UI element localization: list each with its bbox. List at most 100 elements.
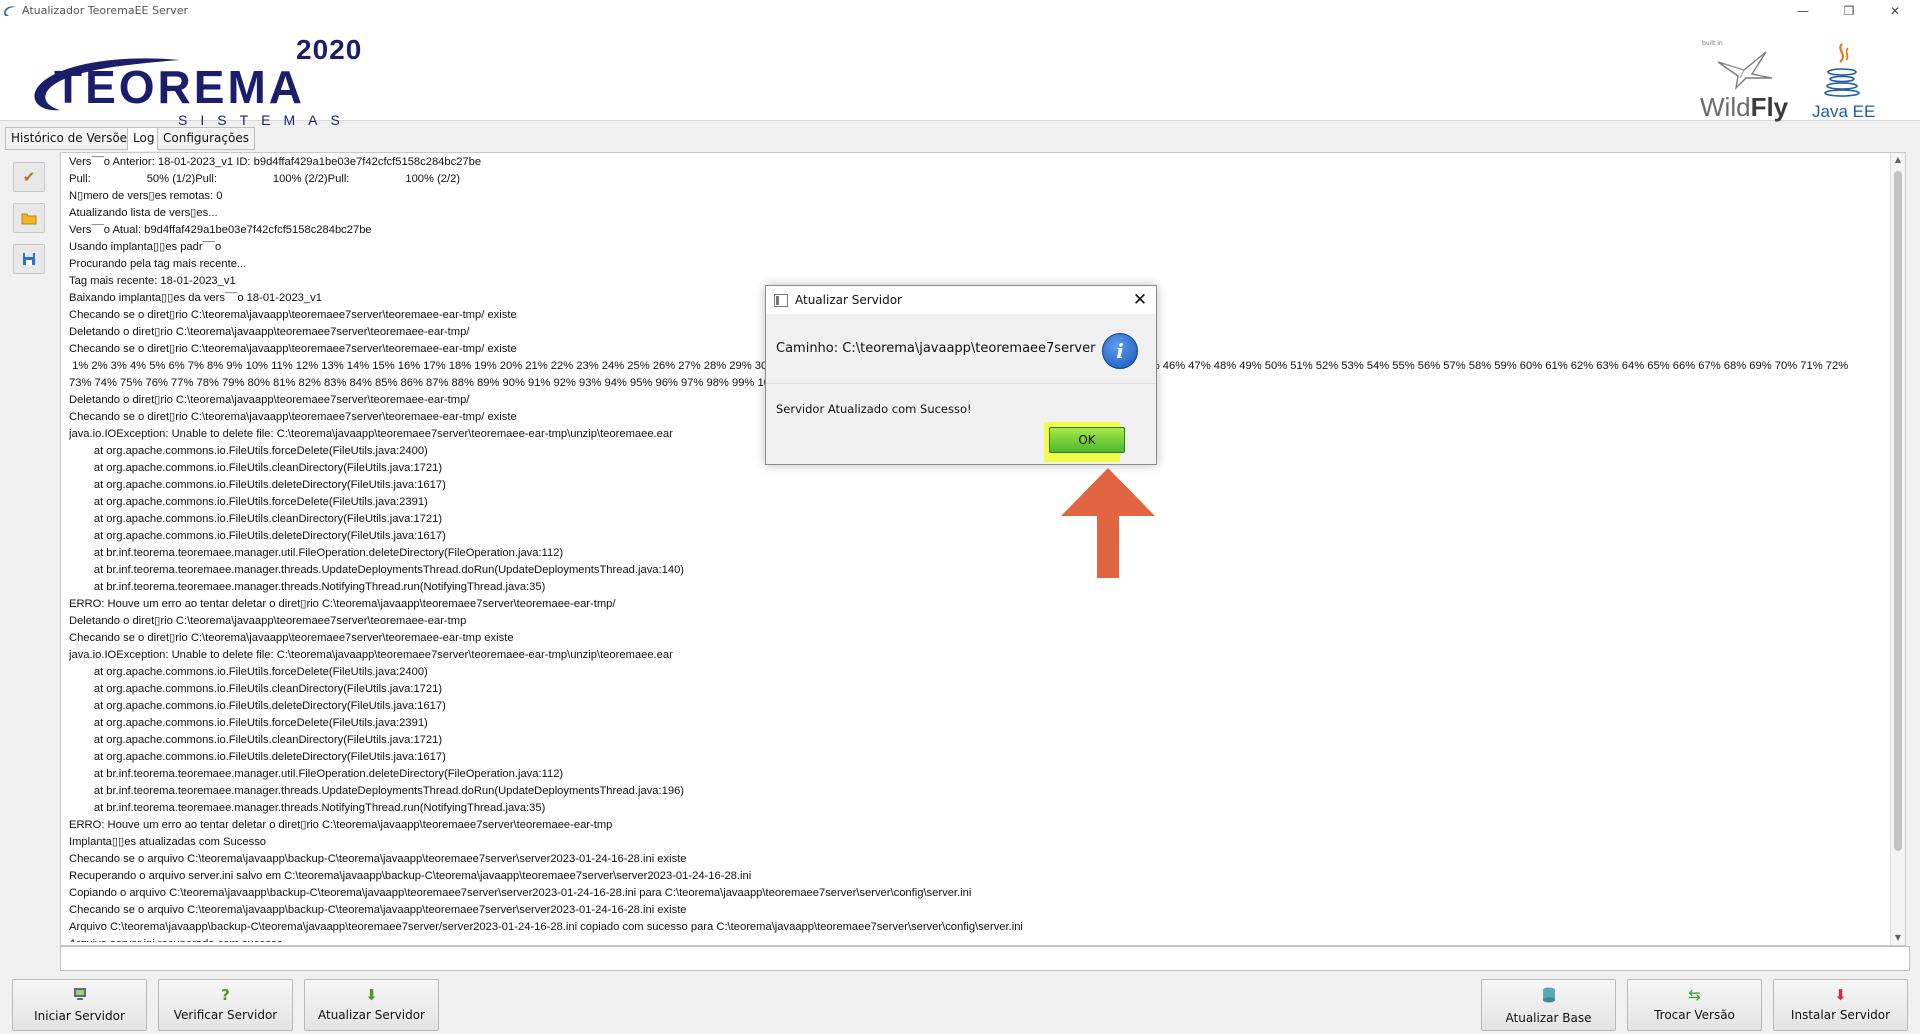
log-line: at br.inf.teorema.teoremaee.manager.util… bbox=[69, 547, 564, 559]
verificar-servidor-button[interactable]: ? Verificar Servidor bbox=[158, 979, 293, 1031]
command-input[interactable] bbox=[60, 946, 1910, 971]
log-panel[interactable]: Vers¯¯o Anterior: 18-01-2023_v1 ID: b9d4… bbox=[60, 152, 1906, 946]
iniciar-servidor-label: Iniciar Servidor bbox=[34, 1009, 125, 1023]
log-line: at org.apache.commons.io.FileUtils.delet… bbox=[69, 751, 446, 763]
log-line: at br.inf.teorema.teoremaee.manager.thre… bbox=[69, 581, 546, 593]
dialog-titlebar: Atualizar Servidor ✕ bbox=[766, 286, 1156, 314]
log-line: at org.apache.commons.io.FileUtils.clean… bbox=[69, 683, 443, 695]
side-toolbar: ✔ bbox=[8, 158, 48, 948]
clear-log-button[interactable]: ✔ bbox=[13, 162, 45, 192]
log-line: Vers¯¯o Atual: b9d4ffaf429a1be03e7f42cfc… bbox=[69, 224, 372, 236]
java-cup-icon bbox=[1824, 43, 1860, 97]
dialog-message: Servidor Atualizado com Sucesso! bbox=[776, 402, 972, 416]
log-line: ERRO: Houve um erro ao tentar deletar o … bbox=[69, 819, 613, 831]
log-text-area[interactable]: Vers¯¯o Anterior: 18-01-2023_v1 ID: b9d4… bbox=[69, 154, 1891, 942]
tab-historico-versoes[interactable]: Histórico de Versões bbox=[5, 127, 140, 150]
log-line: at org.apache.commons.io.FileUtils.force… bbox=[69, 666, 428, 678]
log-line: Checando se o arquivo C:\teorema\javaapp… bbox=[69, 853, 687, 865]
wildfly-logo: built in WildFly bbox=[1700, 40, 1788, 122]
info-icon: i bbox=[1102, 333, 1138, 369]
log-line: Arquivo C:\teorema\javaapp\backup-C\teor… bbox=[69, 921, 1023, 933]
log-line: at br.inf.teorema.teoremaee.manager.thre… bbox=[69, 785, 685, 797]
trocar-versao-label: Trocar Versão bbox=[1654, 1008, 1735, 1022]
swap-icon: ⇆ bbox=[1688, 986, 1701, 1004]
logo-subtitle: SISTEMAS bbox=[178, 112, 353, 128]
log-line: at org.apache.commons.io.FileUtils.clean… bbox=[69, 513, 443, 525]
restore-button[interactable]: ❐ bbox=[1826, 0, 1872, 22]
log-scrollbar[interactable]: ▲ ▼ bbox=[1890, 153, 1905, 945]
logo-year: 2020 bbox=[296, 34, 363, 65]
log-line: Pull: 50% (1/2)Pull: 100% (2/2)Pull: 100… bbox=[69, 173, 461, 185]
header-banner: 2020 TEOREMA SISTEMAS built in WildFly J… bbox=[0, 22, 1920, 128]
floppy-disk-icon bbox=[14, 245, 44, 275]
log-line: at org.apache.commons.io.FileUtils.delet… bbox=[69, 530, 446, 542]
log-line: Checando se o diret▯rio C:\teorema\javaa… bbox=[69, 632, 514, 644]
log-line: Implanta▯▯es atualizadas com Sucesso bbox=[69, 836, 267, 848]
atualizar-base-label: Atualizar Base bbox=[1505, 1011, 1592, 1025]
scroll-up-icon[interactable]: ▲ bbox=[1891, 153, 1905, 167]
log-line: Checando se o arquivo C:\teorema\javaapp… bbox=[69, 904, 687, 916]
instalar-servidor-label: Instalar Servidor bbox=[1790, 1008, 1891, 1022]
log-line: at br.inf.teorema.teoremaee.manager.thre… bbox=[69, 564, 685, 576]
save-log-button[interactable] bbox=[13, 244, 45, 274]
close-window-button[interactable]: ✕ bbox=[1872, 0, 1918, 22]
dialog-title: Atualizar Servidor bbox=[795, 293, 902, 307]
window-titlebar: Atualizador TeoremaEE Server — ❐ ✕ bbox=[0, 0, 1920, 22]
atualizar-servidor-dialog: Atualizar Servidor ✕ Caminho: C:\teorema… bbox=[765, 285, 1157, 465]
log-line: at org.apache.commons.io.FileUtils.delet… bbox=[69, 700, 446, 712]
ok-button[interactable]: OK bbox=[1049, 427, 1125, 453]
javaee-logo: Java EE bbox=[1808, 40, 1878, 122]
atualizar-base-button[interactable]: Atualizar Base bbox=[1481, 979, 1616, 1031]
logo-brand: TEOREMA bbox=[54, 61, 305, 113]
log-line: Copiando o arquivo C:\teorema\javaapp\ba… bbox=[69, 887, 972, 899]
broom-icon: ✔ bbox=[22, 168, 36, 186]
iniciar-servidor-button[interactable]: Iniciar Servidor bbox=[12, 979, 147, 1031]
log-line: Arquivo server.ini recuperado com sucess… bbox=[69, 936, 1891, 942]
tab-log[interactable]: Log bbox=[127, 127, 161, 151]
download-icon: ⬇ bbox=[365, 986, 378, 1004]
wildfly-text: WildFly bbox=[1700, 92, 1789, 122]
log-line: at br.inf.teorema.teoremaee.manager.util… bbox=[69, 768, 564, 780]
log-line: java.io.IOException: Unable to delete fi… bbox=[69, 649, 673, 661]
install-icon: ⬇ bbox=[1834, 986, 1847, 1004]
log-line: Atualizando lista de vers▯es... bbox=[69, 207, 218, 219]
log-line: at org.apache.commons.io.FileUtils.force… bbox=[69, 496, 428, 508]
log-line: Procurando pela tag mais recente... bbox=[69, 258, 247, 270]
database-icon bbox=[1482, 987, 1615, 1006]
log-line: Vers¯¯o Anterior: 18-01-2023_v1 ID: b9d4… bbox=[69, 156, 482, 168]
scroll-down-icon[interactable]: ▼ bbox=[1891, 931, 1905, 945]
log-line: at org.apache.commons.io.FileUtils.clean… bbox=[69, 734, 443, 746]
dialog-close-icon[interactable]: ✕ bbox=[1128, 288, 1152, 312]
wildfly-builtin: built in bbox=[1702, 40, 1723, 47]
log-line: at org.apache.commons.io.FileUtils.delet… bbox=[69, 479, 446, 491]
open-folder-button[interactable] bbox=[13, 203, 45, 233]
dialog-window-icon bbox=[774, 294, 788, 307]
trocar-versao-button[interactable]: ⇆ Trocar Versão bbox=[1627, 979, 1762, 1031]
bottom-action-bar: Iniciar Servidor ? Verificar Servidor ⬇ … bbox=[0, 975, 1920, 1034]
instalar-servidor-button[interactable]: ⬇ Instalar Servidor bbox=[1773, 979, 1908, 1031]
dialog-path-text: Caminho: C:\teorema\javaapp\teoremaee7se… bbox=[776, 341, 1096, 356]
atualizar-servidor-label: Atualizar Servidor bbox=[318, 1008, 425, 1022]
log-line: Recuperando o arquivo server.ini salvo e… bbox=[69, 870, 752, 882]
app-icon bbox=[4, 6, 16, 17]
log-line: Deletando o diret▯rio C:\teorema\javaapp… bbox=[69, 615, 467, 627]
log-line: ERRO: Houve um erro ao tentar deletar o … bbox=[69, 598, 616, 610]
atualizar-servidor-button[interactable]: ⬇ Atualizar Servidor bbox=[304, 979, 439, 1031]
folder-icon bbox=[14, 204, 44, 234]
log-line: N▯mero de vers▯es remotas: 0 bbox=[69, 190, 223, 202]
annotation-arrow-icon bbox=[1061, 468, 1155, 578]
javaee-text: Java EE bbox=[1812, 102, 1876, 121]
window-title: Atualizador TeoremaEE Server bbox=[22, 4, 189, 17]
log-line: Usando implanta▯▯es padr¯¯o bbox=[69, 241, 222, 253]
scrollbar-thumb[interactable] bbox=[1894, 171, 1902, 851]
server-start-icon bbox=[13, 987, 146, 1004]
tab-configuracoes[interactable]: Configurações bbox=[157, 127, 255, 150]
wildfly-bird-icon bbox=[1717, 51, 1773, 91]
log-line: at br.inf.teorema.teoremaee.manager.thre… bbox=[69, 802, 546, 814]
dialog-separator bbox=[766, 383, 1156, 384]
teorema-logo: 2020 TEOREMA SISTEMAS bbox=[30, 34, 390, 128]
log-line: at org.apache.commons.io.FileUtils.force… bbox=[69, 717, 428, 729]
verificar-servidor-label: Verificar Servidor bbox=[173, 1008, 278, 1022]
question-icon: ? bbox=[221, 986, 230, 1004]
minimize-button[interactable]: — bbox=[1780, 0, 1826, 22]
